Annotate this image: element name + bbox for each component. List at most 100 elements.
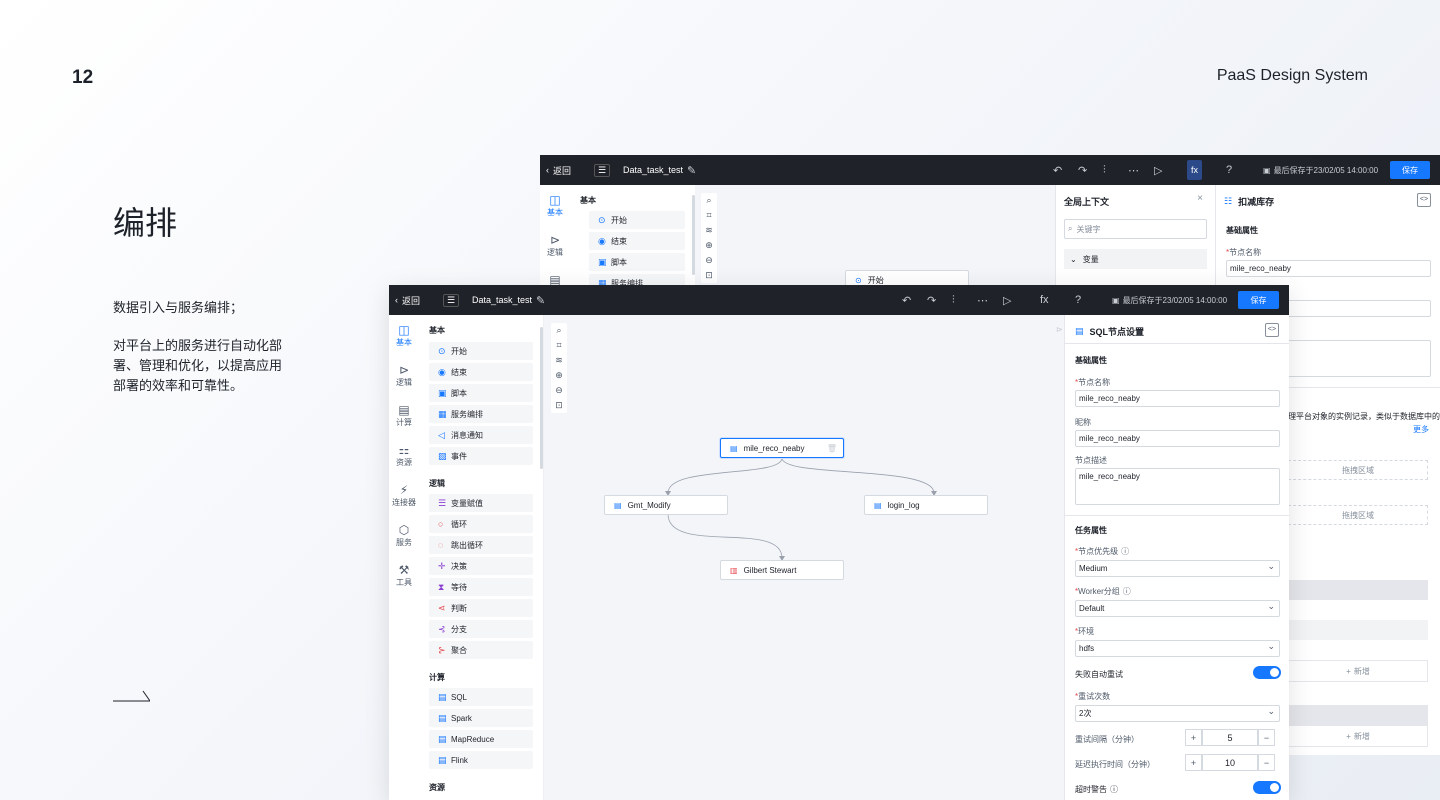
back-node-name-input[interactable]: mile_reco_neaby — [1226, 260, 1431, 277]
palette-item-wait[interactable]: ⧗ 等待 — [429, 578, 533, 596]
outline-toggle[interactable]: ☰ — [443, 285, 460, 315]
redo-icon[interactable]: ↷ — [1078, 155, 1087, 185]
palette-item-script[interactable]: ▣ 脚本 — [429, 384, 533, 402]
decrement-button[interactable]: − — [1258, 754, 1275, 771]
sliders-icon[interactable]: ⫶ — [1103, 155, 1106, 185]
code-view-icon[interactable]: <> — [1265, 323, 1279, 337]
outline-toggle[interactable]: ☰ — [594, 155, 611, 185]
add-row-button-2[interactable]: + 新增 — [1288, 725, 1428, 747]
palette-item-notify[interactable]: ◁ 消息通知 — [429, 426, 533, 444]
retry-count-select[interactable]: 2次 — [1075, 705, 1280, 722]
edit-pencil-icon[interactable]: ✎ — [687, 164, 696, 177]
node-root[interactable]: ▤ mile_reco_neaby 🗑 — [720, 438, 844, 458]
sliders-icon[interactable]: ⫶ — [952, 285, 955, 315]
palette-item-merge[interactable]: ⊱ 聚合 — [429, 641, 533, 659]
more-icon[interactable]: ⋯ — [1128, 155, 1139, 185]
palette-item-branch[interactable]: ⊰ 分支 — [429, 620, 533, 638]
palette-item-mapreduce[interactable]: ▤ MapReduce — [429, 730, 533, 748]
search-icon[interactable]: ⌕ — [701, 193, 717, 208]
undo-icon[interactable]: ↶ — [1053, 155, 1062, 185]
drop-zone-2[interactable]: 拖拽区域 — [1288, 505, 1428, 525]
undo-icon[interactable]: ↶ — [902, 285, 911, 315]
rail-item-basic[interactable]: ◫ 基本 — [389, 323, 419, 348]
rail-item-logic[interactable]: ⊳ 逻辑 — [540, 233, 570, 258]
code-view-icon[interactable]: <> — [1417, 193, 1431, 207]
retry-interval-input[interactable]: 5 — [1202, 729, 1258, 746]
fit-icon[interactable]: ⌗ — [701, 208, 717, 223]
back-button[interactable]: ‹ 返回 — [395, 285, 420, 315]
priority-select[interactable]: Medium — [1075, 560, 1280, 577]
palette-item-end[interactable]: ◉ 结束 — [589, 232, 685, 250]
help-icon[interactable]: ? — [1075, 285, 1081, 315]
node-right[interactable]: ▤ login_log — [864, 495, 988, 515]
add-row-button-1[interactable]: + 新增 — [1288, 660, 1428, 682]
rail-item-compute[interactable]: ▤ 计算 — [389, 403, 419, 428]
delay-input[interactable]: 10 — [1202, 754, 1258, 771]
increment-button[interactable]: + — [1185, 729, 1202, 746]
rail-item-logic[interactable]: ⊳ 逻辑 — [389, 363, 419, 388]
question-icon[interactable]: ⓘ — [1110, 785, 1118, 794]
run-icon[interactable]: ▷ — [1154, 155, 1162, 185]
mapreduce-icon: ▤ — [874, 500, 882, 510]
palette-item-assign[interactable]: ☰ 变量赋值 — [429, 494, 533, 512]
zoom-in-icon[interactable]: ⊕ — [701, 238, 717, 253]
back-button[interactable]: ‹ 返回 — [546, 155, 571, 185]
variable-group[interactable]: ⌄ 变量 — [1064, 249, 1207, 269]
auto-retry-toggle[interactable] — [1253, 666, 1281, 679]
service-icon: ⬡ — [398, 523, 410, 537]
palette-item-event[interactable]: ▧ 事件 — [429, 447, 533, 465]
rail-item-basic[interactable]: ◫ 基本 — [540, 193, 570, 218]
palette-item-judge[interactable]: ⋖ 判断 — [429, 599, 533, 617]
rail-item-tool[interactable]: ⚒ 工具 — [389, 563, 419, 588]
collapse-panel-icon[interactable]: ⊳ — [1056, 325, 1063, 334]
palette-item-spark[interactable]: ▤ Spark — [429, 709, 533, 727]
decrement-button[interactable]: − — [1258, 729, 1275, 746]
increment-button[interactable]: + — [1185, 754, 1202, 771]
desc-textarea[interactable]: mile_reco_neaby — [1075, 468, 1280, 505]
palette-scrollbar[interactable] — [540, 327, 543, 469]
rail-item-connector[interactable]: ⚡ 连接器 — [389, 483, 419, 508]
more-link[interactable]: 更多 — [1413, 424, 1429, 435]
compute-icon: ▤ — [398, 403, 410, 417]
zoom-out-icon[interactable]: ⊖ — [701, 253, 717, 268]
worker-select[interactable]: Default — [1075, 600, 1280, 617]
palette-item-sql[interactable]: ▤ SQL — [429, 688, 533, 706]
edge-left-bottom — [667, 513, 783, 559]
save-button[interactable]: 保存 — [1238, 291, 1279, 309]
node-left[interactable]: ▤ Gmt_Modify — [604, 495, 728, 515]
alias-input[interactable]: mile_reco_neaby — [1075, 430, 1280, 447]
palette-item-decision[interactable]: ✛ 决策 — [429, 557, 533, 575]
fx-button[interactable]: fx — [1187, 160, 1203, 180]
save-button[interactable]: 保存 — [1390, 161, 1430, 179]
palette-item-end[interactable]: ◉ 结束 — [429, 363, 533, 381]
edit-pencil-icon[interactable]: ✎ — [536, 294, 545, 307]
focus-icon[interactable]: ⊡ — [701, 268, 717, 283]
palette-item-start[interactable]: ⊙ 开始 — [589, 211, 685, 229]
context-search-input[interactable]: ⌕ 关键字 — [1064, 219, 1207, 239]
question-icon[interactable]: ⓘ — [1123, 587, 1131, 596]
question-icon[interactable]: ⓘ — [1121, 547, 1129, 556]
redo-icon[interactable]: ↷ — [927, 285, 936, 315]
rail-item-service[interactable]: ⬡ 服务 — [389, 523, 419, 548]
fx-button[interactable]: fx — [1040, 285, 1049, 315]
palette-item-break-loop[interactable]: ◌ 跳出循环 — [429, 536, 533, 554]
rail-item-resource[interactable]: ⚏ 资源 — [389, 443, 419, 468]
more-icon[interactable]: ⋯ — [977, 285, 988, 315]
help-icon[interactable]: ? — [1226, 155, 1232, 185]
run-icon[interactable]: ▷ — [1003, 285, 1011, 315]
node-name-input[interactable]: mile_reco_neaby — [1075, 390, 1280, 407]
palette-item-flink[interactable]: ▤ Flink — [429, 751, 533, 769]
palette-item-loop[interactable]: ○ 循环 — [429, 515, 533, 533]
env-select[interactable]: hdfs — [1075, 640, 1280, 657]
palette-item-script[interactable]: ▣ 脚本 — [589, 253, 685, 271]
palette-item-orchestration[interactable]: ▦ 服务编排 — [429, 405, 533, 423]
trash-icon[interactable]: 🗑 — [827, 444, 837, 453]
close-icon[interactable]: × — [1197, 193, 1203, 204]
palette-item-start[interactable]: ⊙ 开始 — [429, 342, 533, 360]
table-header — [1288, 580, 1428, 600]
node-bottom[interactable]: ▥ Gilbert Stewart — [720, 560, 844, 580]
layers-icon[interactable]: ≋ — [701, 223, 717, 238]
front-canvas[interactable]: ⌕ ⌗ ≋ ⊕ ⊖ ⊡ ▤ mile_reco_neaby 🗑 ▤ Gmt_Modif… — [544, 315, 1064, 800]
drop-zone-1[interactable]: 拖拽区域 — [1288, 460, 1428, 480]
timeout-toggle[interactable] — [1253, 781, 1281, 794]
